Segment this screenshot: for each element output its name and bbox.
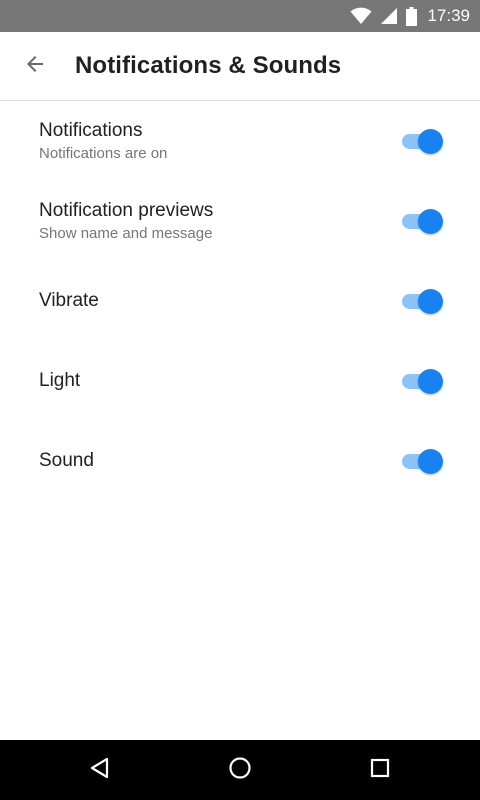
setting-title: Notifications — [39, 119, 143, 141]
status-time: 17:39 — [427, 6, 470, 25]
setting-subtitle: Notifications are on — [39, 144, 168, 162]
cell-signal-icon — [380, 7, 398, 25]
setting-title: Sound — [39, 450, 94, 471]
toggle-thumb — [418, 209, 443, 234]
setting-text: Notification previews Show name and mess… — [39, 199, 380, 244]
nav-back-button[interactable] — [60, 740, 140, 800]
recents-square-icon — [368, 756, 392, 785]
setting-text: Vibrate — [39, 289, 380, 313]
setting-row-light[interactable]: Light — [0, 341, 480, 421]
notification-previews-toggle[interactable] — [402, 208, 444, 234]
setting-subtitle: Show name and message — [39, 224, 213, 242]
settings-list: Notifications Notifications are on Notif… — [0, 101, 480, 501]
setting-row-notification-previews[interactable]: Notification previews Show name and mess… — [0, 181, 480, 261]
nav-bar — [0, 740, 480, 800]
setting-row-notifications[interactable]: Notifications Notifications are on — [0, 101, 480, 181]
setting-title: Light — [39, 370, 81, 391]
wifi-icon — [350, 7, 372, 25]
setting-title: Notification previews — [39, 199, 214, 221]
page-title: Notifications & Sounds — [75, 52, 342, 79]
setting-row-vibrate[interactable]: Vibrate — [0, 261, 480, 341]
sound-toggle[interactable] — [402, 448, 444, 474]
back-button[interactable] — [7, 38, 63, 94]
notifications-toggle[interactable] — [402, 128, 444, 154]
home-circle-icon — [228, 756, 252, 785]
arrow-back-icon — [23, 52, 47, 81]
status-bar: 17:39 — [0, 0, 480, 32]
nav-home-button[interactable] — [200, 740, 280, 800]
toggle-thumb — [418, 369, 443, 394]
toggle-thumb — [418, 129, 443, 154]
back-triangle-icon — [88, 756, 112, 785]
toggle-thumb — [418, 449, 443, 474]
setting-text: Sound — [39, 449, 380, 473]
app-bar: Notifications & Sounds — [0, 32, 480, 101]
setting-text: Notifications Notifications are on — [39, 119, 380, 164]
setting-row-sound[interactable]: Sound — [0, 421, 480, 501]
battery-icon — [406, 6, 418, 26]
vibrate-toggle[interactable] — [402, 288, 444, 314]
setting-title: Vibrate — [39, 290, 99, 311]
light-toggle[interactable] — [402, 368, 444, 394]
setting-text: Light — [39, 369, 380, 393]
nav-recents-button[interactable] — [340, 740, 420, 800]
toggle-thumb — [418, 289, 443, 314]
